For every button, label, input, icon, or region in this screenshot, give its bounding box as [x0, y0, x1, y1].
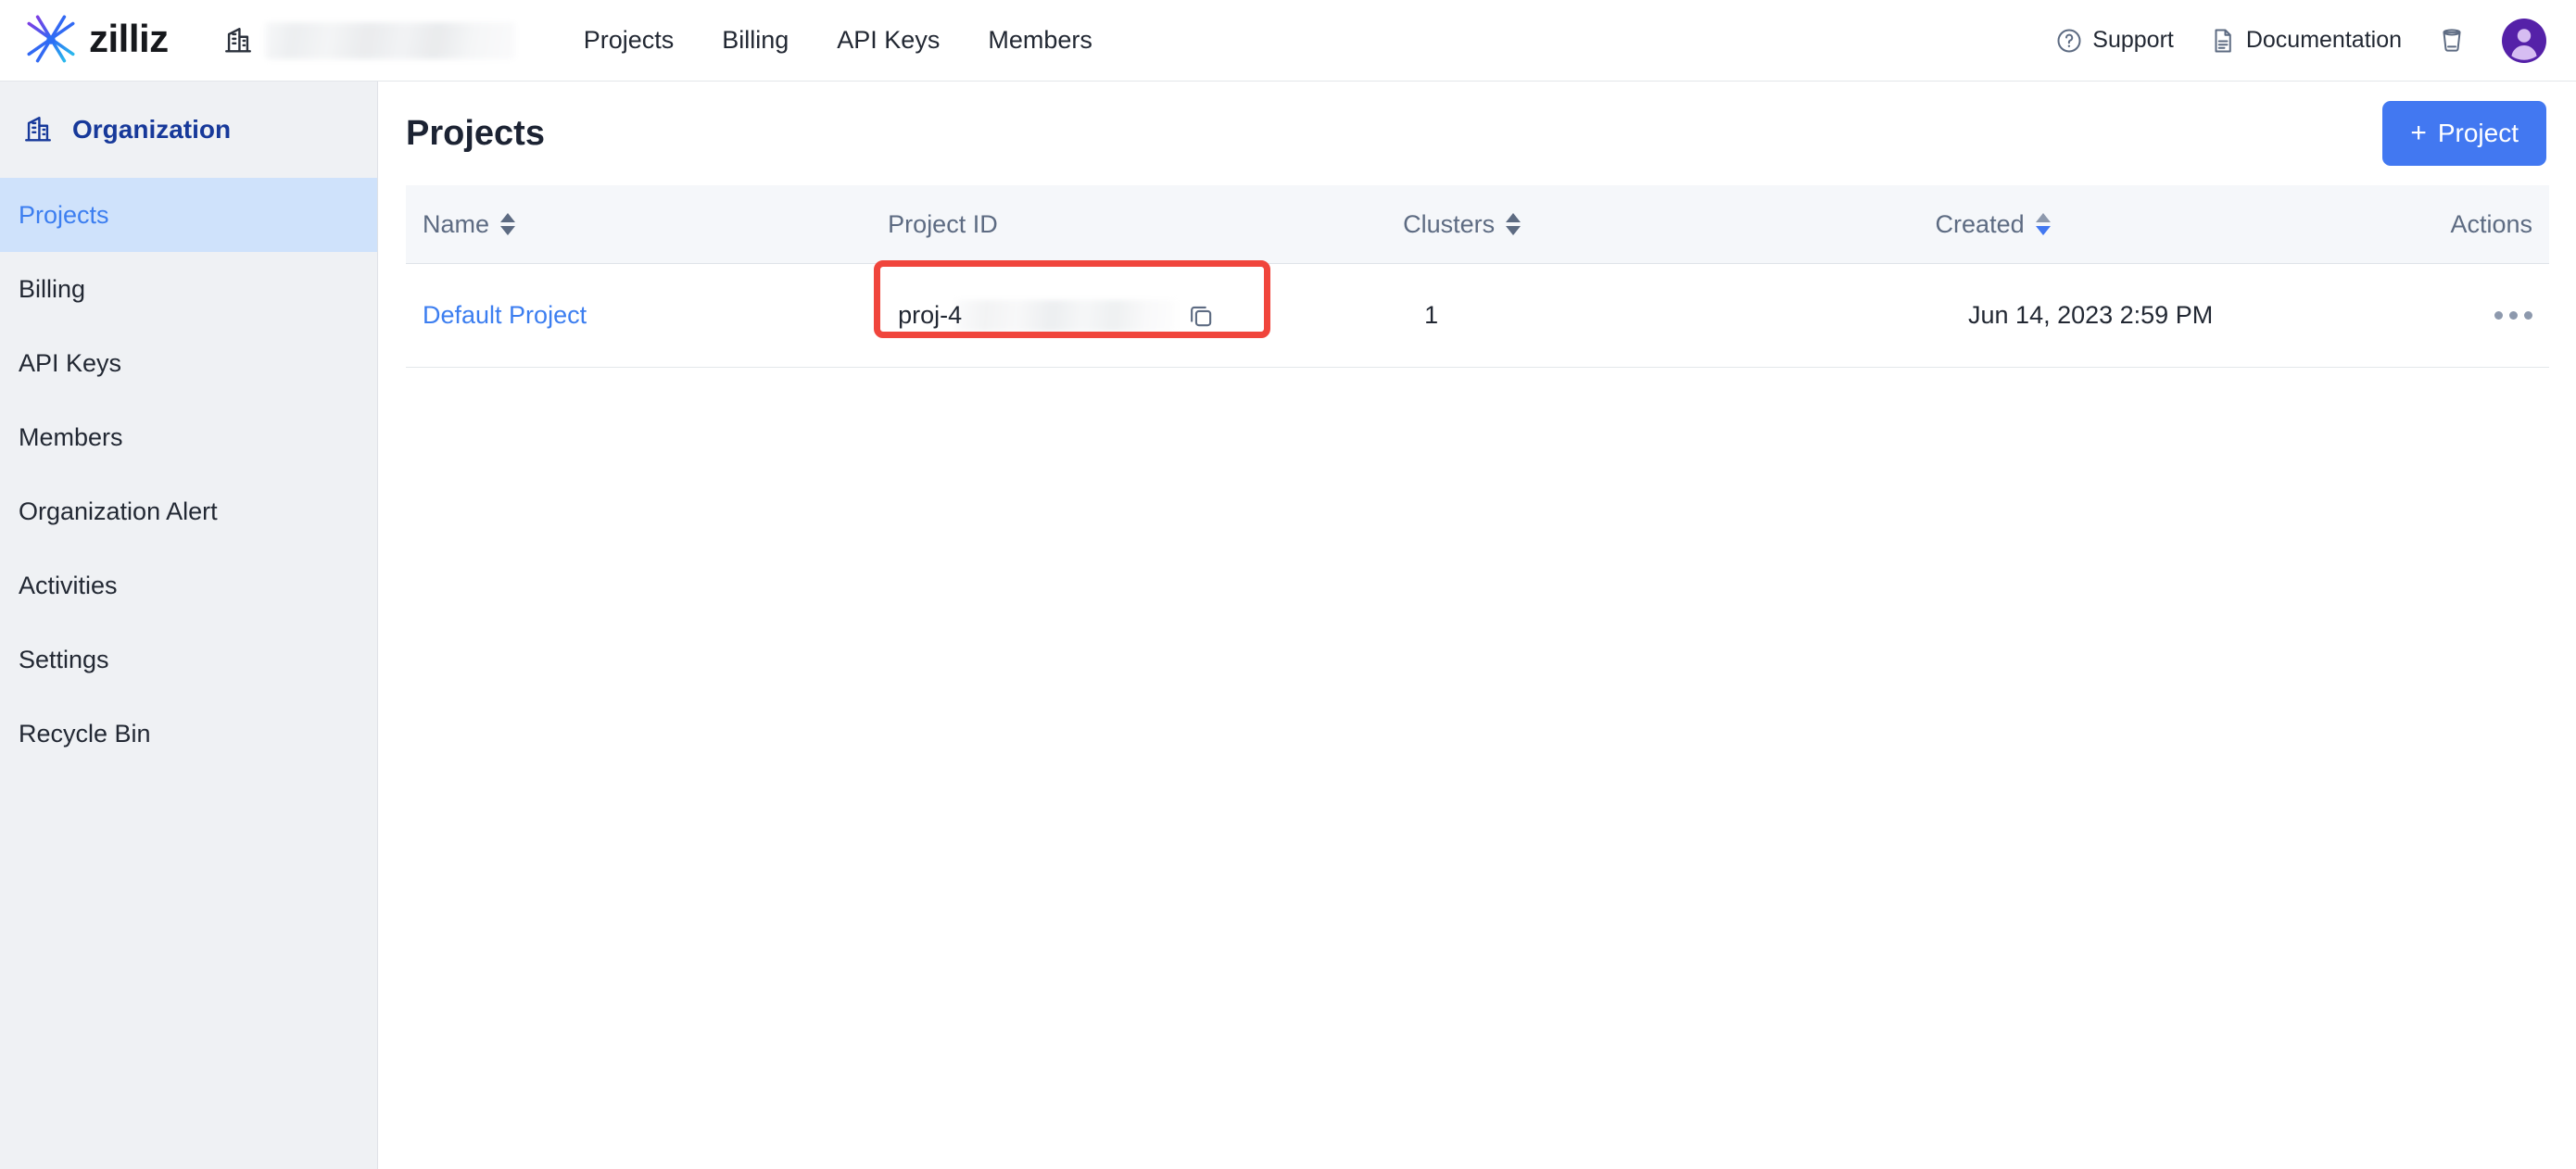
sidebar-heading-organization: Organization	[0, 82, 377, 178]
table-row: Default Project proj-4 1 Jun 14, 202	[406, 264, 2549, 368]
sidebar-item-label: Projects	[19, 203, 109, 228]
main-content: Projects + Project Name Project ID Clust…	[379, 82, 2576, 1169]
ellipsis-icon	[2494, 311, 2503, 320]
projects-table: Name Project ID Clusters Created	[379, 185, 2576, 368]
nav-link-members[interactable]: Members	[988, 28, 1092, 53]
column-header-label: Clusters	[1403, 212, 1495, 237]
sidebar-item-activities[interactable]: Activities	[0, 548, 377, 622]
support-link[interactable]: Support	[2055, 27, 2174, 55]
column-header-label: Name	[423, 212, 489, 237]
nav-link-api-keys[interactable]: API Keys	[837, 28, 940, 53]
sort-ascending-icon	[500, 213, 515, 222]
sidebar-navigation: Projects Billing API Keys Members Organi…	[0, 178, 377, 771]
sort-toggle-clusters[interactable]	[1506, 213, 1521, 235]
project-id-group: proj-4	[898, 301, 1216, 331]
user-avatar-icon	[2502, 19, 2546, 63]
cell-actions	[2494, 311, 2549, 320]
cell-clusters-count: 1	[1424, 303, 1968, 328]
sort-ascending-icon	[2036, 213, 2051, 222]
project-name-link[interactable]: Default Project	[423, 303, 587, 328]
sidebar-item-label: API Keys	[19, 351, 121, 376]
zilliz-starburst-icon	[20, 10, 82, 71]
sidebar-item-label: Recycle Bin	[19, 722, 151, 747]
sort-descending-icon	[1506, 226, 1521, 235]
page-title: Projects	[406, 116, 545, 151]
table-header-row: Name Project ID Clusters Created	[406, 185, 2549, 264]
ellipsis-icon	[2509, 311, 2518, 320]
documentation-link[interactable]: Documentation	[2209, 27, 2402, 55]
project-id-redacted	[955, 300, 1176, 332]
create-project-label: Project	[2438, 120, 2519, 146]
cell-project-id: proj-4	[898, 301, 1424, 331]
sort-descending-icon	[2036, 226, 2051, 235]
cell-project-name: Default Project	[406, 303, 898, 328]
sidebar-item-billing[interactable]: Billing	[0, 252, 377, 326]
sidebar-item-label: Billing	[19, 277, 85, 302]
copy-project-id-button[interactable]	[1186, 301, 1216, 331]
sidebar-item-members[interactable]: Members	[0, 400, 377, 474]
sort-toggle-name[interactable]	[500, 213, 515, 235]
primary-navigation: Projects Billing API Keys Members	[584, 28, 1092, 53]
sort-descending-icon	[500, 226, 515, 235]
sidebar-item-api-keys[interactable]: API Keys	[0, 326, 377, 400]
row-actions-menu-button[interactable]	[2494, 311, 2532, 320]
sort-toggle-created[interactable]	[2036, 213, 2051, 235]
copy-icon	[1186, 301, 1216, 331]
organization-selector[interactable]	[217, 18, 521, 64]
top-header-bar: zilliz Projects Billing API Keys Members…	[0, 0, 2576, 82]
project-id-value: proj-4	[898, 303, 962, 328]
sidebar-item-recycle-bin[interactable]: Recycle Bin	[0, 697, 377, 771]
create-project-button[interactable]: + Project	[2382, 101, 2546, 166]
page-header: Projects + Project	[379, 82, 2576, 185]
ellipsis-icon	[2524, 311, 2532, 320]
organization-name-redacted	[265, 22, 515, 59]
cup-icon-button[interactable]	[2437, 26, 2467, 56]
cup-icon	[2437, 26, 2467, 56]
support-label: Support	[2092, 27, 2174, 54]
sidebar-item-label: Settings	[19, 647, 109, 672]
sort-ascending-icon	[1506, 213, 1521, 222]
brand-wordmark: zilliz	[89, 19, 169, 62]
building-icon	[222, 25, 254, 57]
sidebar-item-settings[interactable]: Settings	[0, 622, 377, 697]
column-header-project-id: Project ID	[888, 212, 1403, 237]
column-header-label: Project ID	[888, 212, 998, 237]
sidebar-item-label: Activities	[19, 573, 118, 598]
user-avatar-button[interactable]	[2502, 19, 2546, 63]
plus-icon: +	[2410, 119, 2427, 147]
column-header-created[interactable]: Created	[1936, 212, 2451, 237]
sidebar-item-label: Organization Alert	[19, 499, 218, 524]
building-icon	[22, 114, 54, 145]
sidebar-item-organization-alert[interactable]: Organization Alert	[0, 474, 377, 548]
documentation-label: Documentation	[2246, 27, 2402, 54]
sidebar-item-label: Members	[19, 425, 123, 450]
header-utility-actions: Support Documentation	[2055, 19, 2546, 63]
left-sidebar: Organization Projects Billing API Keys M…	[0, 82, 378, 1169]
question-circle-icon	[2055, 27, 2083, 55]
column-header-label: Actions	[2450, 212, 2532, 237]
nav-link-projects[interactable]: Projects	[584, 28, 675, 53]
cell-created-date: Jun 14, 2023 2:59 PM	[1968, 303, 2494, 328]
column-header-name[interactable]: Name	[406, 212, 888, 237]
document-icon	[2209, 27, 2237, 55]
column-header-label: Created	[1936, 212, 2025, 237]
sidebar-item-projects[interactable]: Projects	[0, 178, 377, 252]
nav-link-billing[interactable]: Billing	[722, 28, 789, 53]
column-header-actions: Actions	[2450, 212, 2549, 237]
column-header-clusters[interactable]: Clusters	[1403, 212, 1935, 237]
brand-logo[interactable]: zilliz	[20, 10, 169, 71]
sidebar-heading-label: Organization	[72, 117, 231, 143]
